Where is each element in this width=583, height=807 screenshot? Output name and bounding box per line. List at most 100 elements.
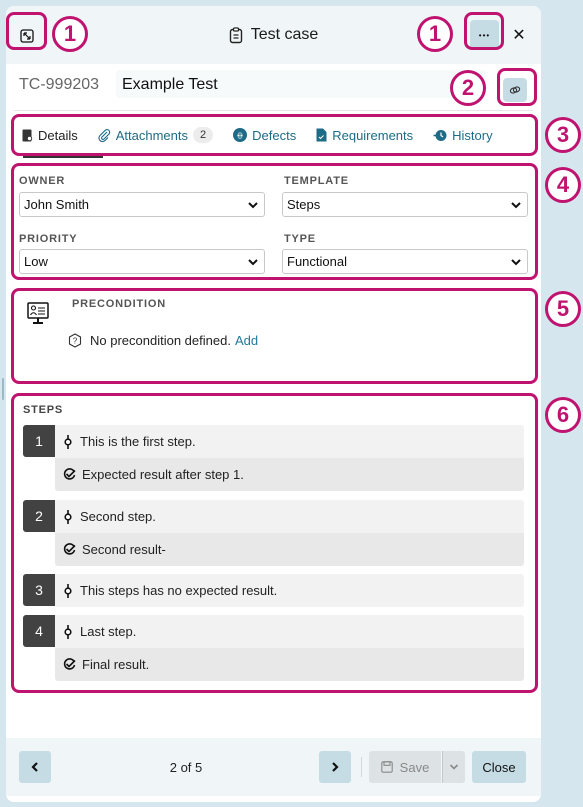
active-tab-indicator	[23, 155, 103, 158]
annotation-callout: 1	[52, 16, 88, 52]
step-expected-text: Expected result after step 1.	[82, 467, 244, 482]
step-body: This steps has no expected result.	[55, 574, 524, 607]
ellipsis-icon: •••	[478, 30, 491, 40]
history-icon	[433, 129, 447, 141]
precondition-label: PRECONDITION	[72, 298, 166, 310]
step-marker-icon	[64, 583, 72, 598]
template-value: Steps	[287, 197, 321, 212]
step-action[interactable]: Second step.	[55, 500, 524, 533]
annotation-callout: 1	[417, 16, 453, 52]
presentation-screen-icon	[27, 302, 49, 324]
step-action-text: This steps has no expected result.	[80, 583, 278, 598]
step-marker-icon	[64, 434, 72, 449]
step-expected-result[interactable]: Second result-	[55, 533, 524, 566]
annotation-callout: 2	[450, 70, 486, 106]
type-select[interactable]: Functional	[282, 249, 528, 274]
annotation-callout: 4	[545, 167, 581, 203]
precondition-message: No precondition defined.	[90, 333, 231, 348]
save-button[interactable]: Save	[369, 751, 441, 783]
step-body: Second step. Second result-	[55, 500, 524, 566]
step-expected-text: Final result.	[82, 657, 150, 672]
panel-footer: 2 of 5 Save Close	[6, 738, 541, 796]
step-action-text: Last step.	[80, 624, 137, 639]
title-text: Test case	[250, 26, 319, 43]
type-value: Functional	[287, 254, 347, 269]
step-item[interactable]: 1 This is the first step. Expected resul…	[23, 425, 524, 491]
step-action-text: This is the first step.	[80, 434, 196, 449]
save-icon	[380, 761, 393, 773]
test-case-id: TC-999203	[19, 76, 100, 93]
divider	[14, 110, 533, 111]
annotation-callout: 3	[545, 117, 581, 153]
step-action-text: Second step.	[80, 509, 156, 524]
tab-attachments[interactable]: Attachments 2	[88, 118, 223, 152]
svg-text:?: ?	[73, 337, 78, 346]
step-item[interactable]: 3 This steps has no expected result.	[23, 574, 524, 607]
document-icon	[316, 128, 327, 142]
check-circle-icon	[63, 543, 76, 555]
question-hexagon-icon: ?	[68, 333, 82, 348]
test-case-name-input[interactable]: Example Test	[116, 70, 486, 98]
precondition-empty-message: ? No precondition defined. Add	[68, 333, 258, 348]
step-number: 4	[23, 615, 55, 647]
step-action[interactable]: This steps has no expected result.	[55, 574, 524, 607]
priority-select[interactable]: Low	[19, 249, 265, 274]
next-button[interactable]	[319, 751, 351, 783]
type-label: TYPE	[284, 233, 316, 245]
chevron-down-icon	[511, 201, 521, 208]
owner-select[interactable]: John Smith	[19, 192, 265, 217]
check-circle-icon	[63, 468, 76, 480]
add-precondition-link[interactable]: Add	[235, 333, 258, 348]
tab-bar: Details Attachments 2 Defects Requiremen…	[12, 118, 532, 152]
footer-divider	[361, 757, 362, 777]
owner-value: John Smith	[24, 197, 90, 212]
close-panel-button[interactable]: ✕	[506, 20, 532, 50]
step-number: 1	[23, 425, 55, 457]
step-number: 3	[23, 574, 55, 606]
step-marker-icon	[64, 624, 72, 639]
tab-label: Attachments	[115, 127, 189, 143]
link-icon	[509, 86, 521, 94]
close-icon: ✕	[512, 27, 526, 44]
paperclip-icon	[98, 128, 110, 142]
step-number: 2	[23, 500, 55, 532]
steps-label: STEPS	[23, 404, 64, 416]
panel-resize-handle[interactable]	[2, 378, 4, 400]
tab-details[interactable]: Details	[12, 118, 88, 152]
priority-value: Low	[24, 254, 48, 269]
step-expected-result[interactable]: Expected result after step 1.	[55, 458, 524, 491]
tab-label: Defects	[252, 127, 297, 143]
bug-icon	[233, 128, 248, 142]
check-circle-icon	[63, 658, 76, 670]
copy-link-button[interactable]	[503, 78, 527, 102]
template-select[interactable]: Steps	[282, 192, 528, 217]
save-label: Save	[399, 759, 430, 775]
template-label: TEMPLATE	[284, 175, 349, 187]
save-options-button[interactable]	[442, 751, 465, 783]
details-icon	[22, 129, 33, 141]
step-action[interactable]: This is the first step.	[55, 425, 524, 458]
step-item[interactable]: 4 Last step. Final result.	[23, 615, 524, 681]
attachments-count-badge: 2	[193, 127, 214, 143]
tab-label: History	[452, 127, 493, 143]
tab-requirements[interactable]: Requirements	[306, 118, 423, 152]
step-expected-result[interactable]: Final result.	[55, 648, 524, 681]
step-action[interactable]: Last step.	[55, 615, 524, 648]
pagination-indicator: 2 of 5	[169, 760, 203, 775]
more-options-button[interactable]: •••	[470, 20, 499, 50]
tab-defects[interactable]: Defects	[223, 118, 306, 152]
tab-label: Details	[38, 127, 78, 143]
step-item[interactable]: 2 Second step. Second result-	[23, 500, 524, 566]
tab-history[interactable]: History	[423, 118, 502, 152]
chevron-down-icon	[511, 258, 521, 265]
chevron-down-icon	[248, 258, 258, 265]
step-marker-icon	[64, 509, 72, 524]
tab-label: Requirements	[332, 127, 414, 143]
annotation-callout: 6	[545, 397, 581, 433]
chevron-down-icon	[248, 201, 258, 208]
owner-label: OWNER	[19, 175, 66, 187]
clipboard-icon	[229, 26, 242, 43]
chevron-down-icon	[449, 764, 459, 770]
close-button[interactable]: Close	[472, 751, 526, 783]
step-expected-text: Second result-	[82, 542, 166, 557]
